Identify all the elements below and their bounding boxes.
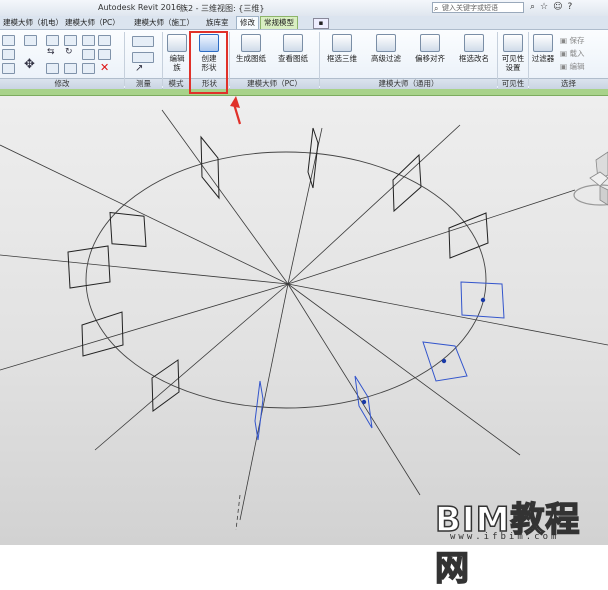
dimension-icon[interactable] — [132, 52, 154, 63]
group-icon[interactable] — [98, 49, 111, 60]
offset-icon[interactable] — [46, 35, 59, 46]
copy-icon[interactable] — [46, 63, 59, 74]
filter-button[interactable]: 过滤器 — [530, 34, 556, 63]
profile-rect[interactable] — [307, 127, 319, 189]
trim-icon[interactable] — [64, 63, 77, 74]
title-bar: Autodesk Revit 2016 - 族2 - 三维视图: {三维} ⌕ … — [0, 0, 608, 17]
selected-profile-set — [254, 281, 505, 441]
advanced-filter-button[interactable]: 高级过滤 — [366, 34, 406, 63]
funnel-icon — [376, 34, 396, 52]
box-rename-button[interactable]: 框选改名 — [454, 34, 494, 63]
mirror-icon[interactable]: ⇆ — [47, 47, 55, 57]
rotate-view-icon[interactable]: ↗ — [135, 63, 143, 74]
ribbon-toggle-icon[interactable]: ▪ — [313, 18, 329, 29]
search-input[interactable]: ⌕ 键入关键字或短语 — [432, 2, 524, 13]
edit-selection-button[interactable]: ▣ 编辑 — [560, 60, 584, 73]
options-bar — [0, 89, 608, 96]
measure-icon[interactable] — [132, 36, 154, 47]
box-3d-icon — [332, 34, 352, 52]
save-selection-button[interactable]: ▣ 保存 — [560, 34, 584, 47]
edit-family-button[interactable]: 编辑 族 — [166, 34, 188, 72]
selected-profile[interactable] — [254, 380, 264, 441]
profile-rect[interactable] — [151, 359, 180, 412]
3d-model-canvas[interactable] — [0, 96, 608, 545]
edit-family-icon — [167, 34, 187, 52]
panel-modify-title: 修改 — [0, 78, 124, 89]
generate-drawing-button[interactable]: 生成图纸 — [232, 34, 270, 63]
user-icon[interactable]: ☺ — [553, 2, 567, 12]
star-icon[interactable]: ☆ — [540, 2, 553, 12]
profile-rect[interactable] — [67, 245, 111, 289]
panel-general-title: 建模大师（通用） — [320, 78, 497, 89]
app-title: Autodesk Revit 2016 - — [98, 3, 187, 12]
tab-construction[interactable]: 建模大师（施工） — [131, 17, 197, 29]
load-selection-button[interactable]: ▣ 载入 — [560, 47, 584, 60]
load-icon: ▣ — [560, 49, 568, 58]
search-placeholder: 键入关键字或短语 — [442, 4, 498, 12]
save-icon: ▣ — [560, 36, 568, 45]
panel-pc-title: 建模大师（PC） — [230, 78, 319, 89]
selection-tools: ▣ 保存 ▣ 载入 ▣ 编辑 — [560, 34, 584, 73]
reference-lines — [0, 109, 608, 531]
rotate-icon[interactable]: ↻ — [65, 47, 73, 57]
view-drawing-icon — [283, 34, 303, 52]
search-icon[interactable]: ⌕ — [530, 2, 540, 12]
profile-rect[interactable] — [448, 212, 489, 259]
tab-pc[interactable]: 建模大师（PC） — [62, 17, 123, 29]
panel-select-title: 选择 — [529, 78, 608, 89]
3d-viewport[interactable] — [0, 96, 608, 545]
tab-mep[interactable]: 建模大师（机电） — [0, 17, 66, 29]
panel-visibility-title: 可见性 — [498, 78, 528, 89]
ribbon-tabs: 建模大师（机电） 建模大师（PC） 建模大师（施工） 族库室 修改 常规模型 ▪ — [0, 16, 608, 30]
cut-icon[interactable] — [2, 49, 15, 60]
align-icon[interactable] — [24, 35, 37, 46]
profile-origin-points — [361, 297, 486, 405]
box-3d-button[interactable]: 框选三维 — [322, 34, 362, 63]
panel-measure-title: 测量 — [125, 78, 162, 89]
tab-family-lib[interactable]: 族库室 — [203, 17, 232, 29]
scale-icon[interactable] — [82, 49, 95, 60]
help-icon[interactable]: ? — [568, 2, 578, 12]
document-title: 族2 - 三维视图: {三维} — [180, 4, 265, 13]
drawing-icon — [241, 34, 261, 52]
create-shape-highlight — [189, 31, 228, 94]
tab-modify[interactable]: 修改 — [236, 16, 259, 29]
visibility-icon — [503, 34, 523, 52]
profile-rect[interactable] — [81, 311, 124, 357]
filter-icon — [533, 34, 553, 52]
binoculars-icon: ⌕ — [434, 4, 439, 13]
view-drawing-button[interactable]: 查看图纸 — [274, 34, 312, 63]
split-icon[interactable] — [64, 35, 77, 46]
offset-align-icon — [420, 34, 440, 52]
tab-generic-model[interactable]: 常规模型 — [260, 16, 298, 29]
profile-rect[interactable] — [109, 211, 147, 248]
paste-icon[interactable] — [2, 35, 15, 46]
panel-mode-title: 模式 — [163, 78, 189, 89]
titlebar-tools[interactable]: ⌕☆☺? — [530, 2, 577, 12]
path-ellipse — [85, 151, 487, 409]
red-arrow-annotation — [230, 96, 242, 125]
visibility-settings-button[interactable]: 可见性 设置 — [500, 34, 526, 72]
pin-icon[interactable] — [82, 63, 95, 74]
delete-icon[interactable]: ✕ — [100, 61, 109, 74]
watermark-url: www.ifbim.com — [450, 532, 560, 542]
join-icon[interactable] — [2, 63, 15, 74]
offset-align-button[interactable]: 偏移对齐 — [410, 34, 450, 63]
move-icon[interactable]: ✥ — [24, 57, 35, 72]
viewcube[interactable] — [573, 151, 608, 206]
unpin-icon[interactable] — [98, 35, 111, 46]
rename-icon — [464, 34, 484, 52]
edit-icon: ▣ — [560, 62, 568, 71]
profile-set — [67, 127, 489, 412]
array-icon[interactable] — [82, 35, 95, 46]
